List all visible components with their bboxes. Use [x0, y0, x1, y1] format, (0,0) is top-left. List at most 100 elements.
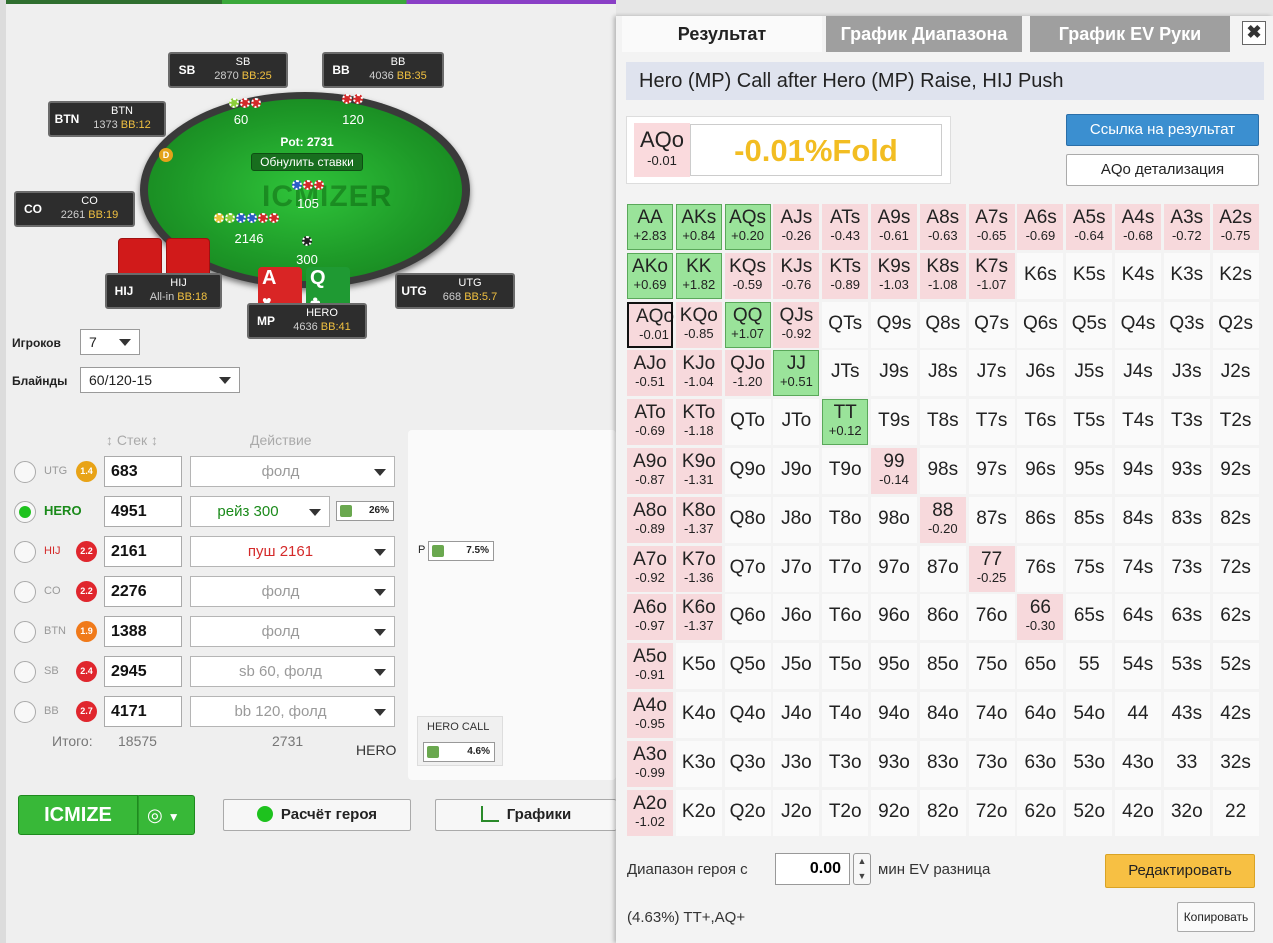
hand-cell[interactable]: AQo -0.01	[627, 301, 674, 348]
hero-calc-button[interactable]: Расчёт героя	[223, 799, 411, 831]
hand-cell[interactable]: AKo +0.69	[627, 252, 673, 299]
hand-cell[interactable]: 73s	[1163, 545, 1210, 592]
hand-cell[interactable]: 96o	[871, 594, 917, 641]
hand-cell[interactable]: 63o	[1017, 740, 1064, 787]
hand-cell[interactable]: 76o	[968, 594, 1015, 641]
hand-cell[interactable]: 74s	[1115, 545, 1161, 592]
hand-cell[interactable]: 65s	[1066, 594, 1113, 641]
hand-cell[interactable]: 43s	[1163, 692, 1210, 738]
hand-cell[interactable]: 77 -0.25	[968, 545, 1015, 592]
hand-cell[interactable]: KTo -1.18	[675, 399, 722, 446]
hand-cell[interactable]: 73o	[968, 740, 1015, 787]
player-radio[interactable]	[14, 621, 36, 643]
stack-column-header[interactable]: ↕ Стек ↕	[106, 432, 158, 448]
hand-cell[interactable]: K4s	[1115, 252, 1161, 299]
hand-cell[interactable]: J4s	[1115, 350, 1161, 397]
hand-cell[interactable]: K7s -1.07	[968, 252, 1015, 299]
hand-cell[interactable]: Q7s	[968, 301, 1015, 348]
hand-cell[interactable]: K6s	[1017, 252, 1064, 299]
hand-cell[interactable]: 66 -0.30	[1017, 594, 1064, 641]
hand-cell[interactable]: J7s	[968, 350, 1015, 397]
hand-cell[interactable]: QTs	[822, 301, 869, 348]
hand-cell[interactable]: 75o	[968, 643, 1015, 690]
hand-cell[interactable]: T3o	[822, 740, 869, 787]
hand-cell[interactable]: 55	[1066, 643, 1113, 690]
hand-cell[interactable]: J9s	[871, 350, 917, 397]
hand-cell[interactable]: 87s	[968, 496, 1015, 543]
hand-cell[interactable]: Q6s	[1017, 301, 1064, 348]
hand-cell[interactable]: 84s	[1115, 496, 1161, 543]
hand-cell[interactable]: JTo	[773, 399, 820, 446]
player-radio[interactable]	[14, 701, 36, 723]
hand-cell[interactable]: Q7o	[724, 545, 771, 592]
hand-cell[interactable]: 94s	[1115, 448, 1161, 494]
hand-cell[interactable]: KJo -1.04	[675, 350, 722, 397]
hand-cell[interactable]: 33	[1163, 740, 1210, 787]
hand-cell[interactable]: T9s	[871, 399, 917, 446]
hand-cell[interactable]: J3o	[773, 740, 820, 787]
hand-cell[interactable]: T7o	[822, 545, 869, 592]
hand-cell[interactable]: J9o	[773, 448, 820, 494]
hand-cell[interactable]: A6o -0.97	[627, 594, 673, 641]
hand-cell[interactable]: T6s	[1017, 399, 1064, 446]
hand-cell[interactable]: KQs -0.59	[724, 252, 771, 299]
hand-cell[interactable]: JJ +0.51	[773, 350, 820, 397]
hand-cell[interactable]: 74o	[968, 692, 1015, 738]
hand-cell[interactable]: AQs +0.20	[724, 204, 771, 250]
hand-cell[interactable]: 52s	[1212, 643, 1259, 690]
hand-cell[interactable]: 93s	[1163, 448, 1210, 494]
hand-cell[interactable]: 72s	[1212, 545, 1259, 592]
hand-cell[interactable]: 62s	[1212, 594, 1259, 641]
hand-cell[interactable]: 99 -0.14	[871, 448, 917, 494]
stack-input[interactable]	[104, 616, 182, 647]
hand-cell[interactable]: 72o	[968, 789, 1015, 836]
hand-cell[interactable]: T4o	[822, 692, 869, 738]
hand-cell[interactable]: J5o	[773, 643, 820, 690]
hand-cell[interactable]: K7o -1.36	[675, 545, 722, 592]
hand-cell[interactable]: T5o	[822, 643, 869, 690]
hand-cell[interactable]: T2s	[1212, 399, 1259, 446]
hand-cell[interactable]: A5o -0.91	[627, 643, 673, 690]
hand-cell[interactable]: 87o	[919, 545, 966, 592]
hand-cell[interactable]: AA +2.83	[627, 204, 673, 250]
hand-cell[interactable]: Q8s	[919, 301, 966, 348]
action-select[interactable]: пуш 2161	[190, 536, 395, 567]
hand-cell[interactable]: A4o -0.95	[627, 692, 673, 738]
hand-cell[interactable]: AJs -0.26	[773, 204, 820, 250]
action-select[interactable]: bb 120, фолд	[190, 696, 395, 727]
hand-cell[interactable]: A7s -0.65	[968, 204, 1015, 250]
hand-cell[interactable]: A5s -0.64	[1066, 204, 1113, 250]
hand-cell[interactable]: T3s	[1163, 399, 1210, 446]
hand-cell[interactable]: A7o -0.92	[627, 545, 673, 592]
seat-co[interactable]: CO CO 2261 BB:19	[14, 191, 135, 227]
hand-cell[interactable]: J6o	[773, 594, 820, 641]
player-radio[interactable]	[14, 581, 36, 603]
hand-cell[interactable]: 83o	[919, 740, 966, 787]
hand-cell[interactable]: 86o	[919, 594, 966, 641]
icmize-mode-dropdown[interactable]: ◎ ▼	[138, 795, 195, 835]
hand-cell[interactable]: K3o	[675, 740, 722, 787]
stack-input[interactable]	[104, 496, 182, 527]
hand-cell[interactable]: 97s	[968, 448, 1015, 494]
hand-cell[interactable]: K4o	[675, 692, 722, 738]
player-radio[interactable]	[14, 661, 36, 683]
hand-cell[interactable]: A3o -0.99	[627, 740, 673, 787]
hand-cell[interactable]: J5s	[1066, 350, 1113, 397]
hand-cell[interactable]: 54s	[1115, 643, 1161, 690]
stack-input[interactable]	[104, 536, 182, 567]
seat-bb[interactable]: BB BB 4036 BB:35	[322, 52, 444, 88]
hand-cell[interactable]: QQ +1.07	[724, 301, 771, 348]
hand-cell[interactable]: 63s	[1163, 594, 1210, 641]
hand-cell[interactable]: 64s	[1115, 594, 1161, 641]
hand-cell[interactable]: 95s	[1066, 448, 1113, 494]
hand-cell[interactable]: J8s	[919, 350, 966, 397]
hand-cell[interactable]: 42s	[1212, 692, 1259, 738]
hand-cell[interactable]: A2s -0.75	[1212, 204, 1259, 250]
seat-hero[interactable]: MP HERO 4636 BB:41	[247, 303, 367, 339]
players-select[interactable]: 7	[80, 329, 140, 355]
hand-cell[interactable]: 43o	[1115, 740, 1161, 787]
close-icon[interactable]: ✖	[1242, 21, 1266, 45]
hand-cell[interactable]: QTo	[724, 399, 771, 446]
hand-cell[interactable]: KJs -0.76	[773, 252, 820, 299]
player-radio[interactable]	[14, 501, 36, 523]
